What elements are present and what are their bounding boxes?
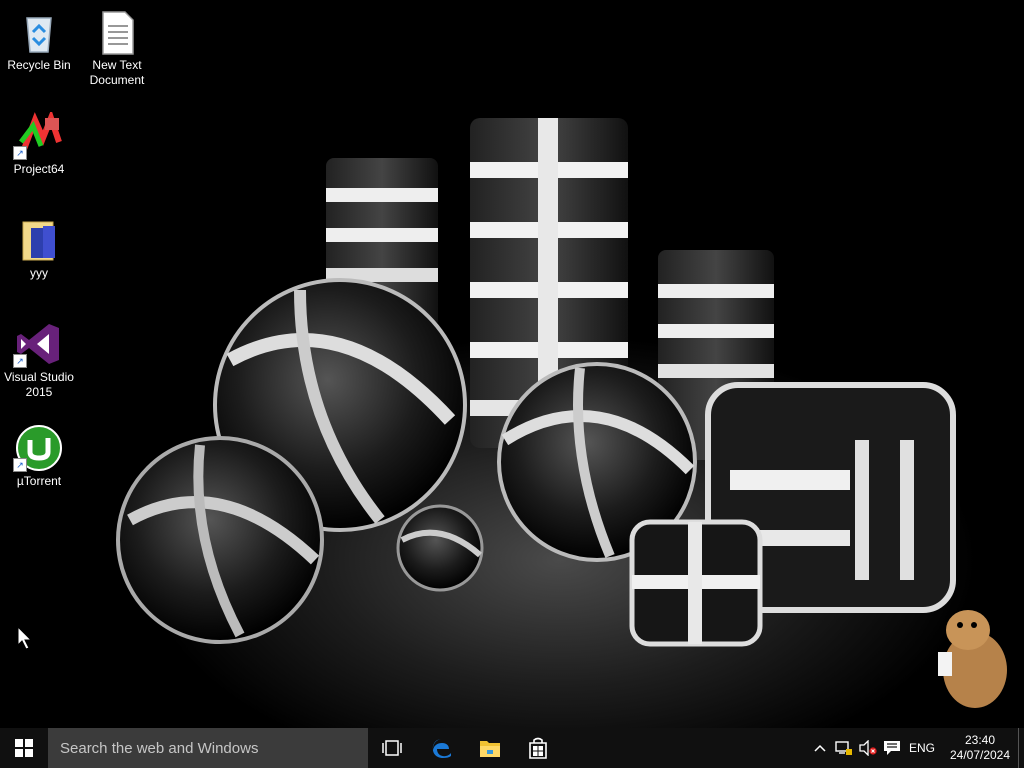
desktop-icon-yyy[interactable]: yyy bbox=[0, 212, 78, 281]
wallpaper-image bbox=[17, 118, 1007, 708]
hamster-mascot-icon bbox=[938, 610, 1007, 708]
desktop-icon-label: Recycle Bin bbox=[7, 58, 71, 72]
show-hidden-icons-button[interactable] bbox=[810, 728, 830, 768]
file-explorer-icon bbox=[480, 741, 500, 757]
desktop-icon-label: yyy bbox=[30, 266, 48, 280]
action-center-button[interactable] bbox=[880, 728, 904, 768]
shortcut-arrow-icon: ↗ bbox=[13, 458, 27, 472]
edge-button[interactable] bbox=[420, 728, 464, 768]
utorrent-icon: ↗ bbox=[13, 424, 63, 472]
wallpaper-sphere-small bbox=[396, 504, 484, 592]
desktop-icon-project64[interactable]: ↗ Project64 bbox=[0, 108, 78, 177]
project64-icon: ↗ bbox=[13, 109, 63, 160]
clock-date: 24/07/2024 bbox=[949, 748, 1011, 762]
text-document-icon bbox=[93, 8, 141, 56]
desktop[interactable]: Recycle Bin New Text Document ↗ Project6… bbox=[0, 0, 1024, 728]
recycle-bin-icon bbox=[15, 8, 63, 56]
task-view-icon bbox=[382, 740, 402, 756]
desktop-icon-label: Project64 bbox=[13, 162, 65, 176]
desktop-icon-label: Visual Studio 2015 bbox=[4, 370, 74, 399]
mouse-cursor-icon bbox=[17, 625, 33, 650]
store-button[interactable] bbox=[516, 728, 560, 768]
show-desktop-button[interactable] bbox=[1018, 728, 1024, 768]
clock-time: 23:40 bbox=[964, 733, 996, 747]
clock[interactable]: 23:40 24/07/2024 bbox=[944, 728, 1016, 768]
volume-tray-button[interactable] bbox=[856, 728, 880, 768]
shortcut-arrow-icon: ↗ bbox=[13, 146, 27, 160]
store-icon bbox=[529, 737, 547, 759]
desktop-icon-new-text-document[interactable]: New Text Document bbox=[78, 4, 156, 88]
task-view-button[interactable] bbox=[372, 728, 412, 768]
start-button[interactable] bbox=[0, 728, 48, 768]
desktop-icon-utorrent[interactable]: ↗ µTorrent bbox=[0, 420, 78, 489]
volume-muted-icon bbox=[859, 740, 877, 756]
input-language-button[interactable]: ENG bbox=[904, 728, 940, 768]
chevron-up-icon bbox=[814, 744, 826, 752]
shortcut-arrow-icon: ↗ bbox=[13, 354, 27, 368]
wallpaper-sphere-left bbox=[116, 436, 324, 644]
wallpaper-cube-small bbox=[629, 519, 763, 647]
network-icon bbox=[835, 741, 852, 755]
desktop-icon-recycle-bin[interactable]: Recycle Bin bbox=[0, 4, 78, 73]
edge-icon bbox=[432, 739, 451, 758]
visual-studio-icon: ↗ bbox=[13, 320, 63, 368]
taskbar: ENG 23:40 24/07/2024 bbox=[0, 728, 1024, 768]
folder-icon bbox=[15, 216, 63, 264]
network-tray-button[interactable] bbox=[832, 728, 856, 768]
file-explorer-button[interactable] bbox=[468, 728, 512, 768]
desktop-icon-label: New Text Document bbox=[89, 58, 145, 87]
search-input[interactable] bbox=[48, 728, 368, 768]
desktop-icon-visual-studio-2015[interactable]: ↗ Visual Studio 2015 bbox=[0, 316, 78, 400]
windows-logo-icon bbox=[15, 739, 33, 757]
desktop-icon-label: µTorrent bbox=[16, 474, 62, 488]
notifications-icon bbox=[884, 741, 900, 755]
